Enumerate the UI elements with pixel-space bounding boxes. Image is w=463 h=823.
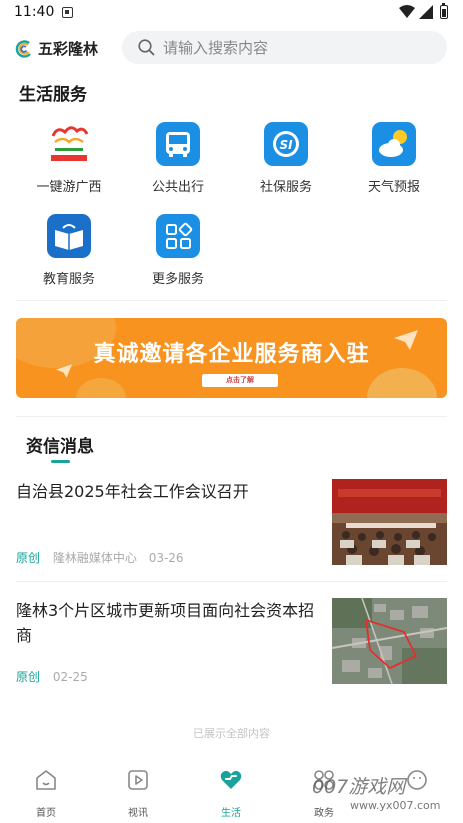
divider <box>16 300 447 301</box>
news-date: 02-25 <box>52 670 88 684</box>
divider <box>16 416 447 417</box>
book-icon <box>47 214 91 258</box>
logo-mark-icon <box>15 39 31 58</box>
service-label: 教育服务 <box>42 272 95 287</box>
nav-label: 政务 <box>314 808 334 819</box>
home-icon <box>36 770 56 790</box>
bus-icon <box>156 122 200 166</box>
service-social-security[interactable]: SI 社保服务 <box>232 122 340 195</box>
news-tag: 原创 <box>16 551 41 565</box>
service-label: 社保服务 <box>259 180 312 195</box>
news-meta: 原创 隆林融媒体中心 03-26 <box>16 549 184 566</box>
svg-text:SI: SI <box>279 138 293 152</box>
end-of-list-text: 已展示全部内容 <box>193 727 270 740</box>
status-bar: 11:40 <box>0 0 463 26</box>
notification-icon <box>62 7 73 18</box>
nav-label: 首页 <box>36 808 56 819</box>
news-item[interactable]: 自治县2025年社会工作会议召开 原创 隆林融媒体中心 03-26 <box>16 479 447 565</box>
status-time: 11:40 <box>14 4 55 20</box>
services-section-title: 生活服务 <box>19 85 87 105</box>
grid-icon <box>156 214 200 258</box>
banner-cta-button[interactable]: 点击了解 <box>202 374 278 387</box>
service-travel-guangxi[interactable]: 一键游广西 <box>15 122 123 195</box>
app-name: 五彩隆林 <box>38 40 99 58</box>
banner-text: 真诚邀请各企业服务商入驻 <box>93 342 370 367</box>
watermark-text: 007游戏网 <box>312 776 406 798</box>
search-placeholder: 请输入搜索内容 <box>163 39 269 57</box>
news-tag: 原创 <box>16 670 41 684</box>
banner-decoration <box>367 368 437 398</box>
news-source: 隆林融媒体中心 <box>52 551 137 565</box>
news-thumbnail <box>332 598 447 684</box>
watermark-url: www.yx007.com <box>350 799 441 812</box>
service-label: 公共出行 <box>151 180 204 195</box>
signal-icon <box>419 5 433 19</box>
wifi-icon <box>399 5 415 18</box>
news-date: 03-26 <box>148 551 184 565</box>
weather-icon <box>372 122 416 166</box>
aerial-map-photo <box>332 598 447 684</box>
profile-icon <box>407 770 427 790</box>
nav-label: 生活 <box>221 808 241 819</box>
nav-home[interactable]: 首页 <box>16 768 76 819</box>
search-input[interactable]: 请输入搜索内容 <box>122 31 447 64</box>
news-title: 自治县2025年社会工作会议召开 <box>16 482 249 501</box>
service-more[interactable]: 更多服务 <box>124 214 232 287</box>
service-public-transport[interactable]: 公共出行 <box>124 122 232 195</box>
news-item[interactable]: 隆林3个片区城市更新项目面向社会资本招商 原创 02-25 <box>16 598 447 684</box>
heart-icon <box>220 770 242 789</box>
social-security-icon: SI <box>264 122 308 166</box>
news-title: 隆林3个片区城市更新项目面向社会资本招商 <box>16 601 315 645</box>
conference-photo <box>332 479 447 565</box>
service-education[interactable]: 教育服务 <box>15 214 123 287</box>
news-thumbnail <box>332 479 447 565</box>
header: 五彩隆林 请输入搜索内容 <box>0 28 463 68</box>
promo-banner[interactable]: 真诚邀请各企业服务商入驻 点击了解 <box>16 318 447 398</box>
tab-active-indicator <box>51 460 70 463</box>
service-label: 更多服务 <box>151 272 204 287</box>
tab-news[interactable]: 资信消息 <box>26 432 94 457</box>
battery-icon <box>440 3 448 19</box>
news-meta: 原创 02-25 <box>16 668 88 685</box>
service-label: 天气预报 <box>367 180 420 195</box>
nav-video[interactable]: 视讯 <box>108 768 168 819</box>
travel-guangxi-logo-icon <box>47 122 91 166</box>
banner-decoration <box>76 378 126 398</box>
service-label: 一键游广西 <box>36 180 102 195</box>
app-logo: 五彩隆林 <box>15 38 98 59</box>
search-icon <box>138 39 155 56</box>
service-weather[interactable]: 天气预报 <box>340 122 448 195</box>
nav-label: 视讯 <box>128 808 148 819</box>
divider <box>16 581 447 582</box>
nav-life[interactable]: 生活 <box>201 768 261 819</box>
video-icon <box>128 770 148 790</box>
